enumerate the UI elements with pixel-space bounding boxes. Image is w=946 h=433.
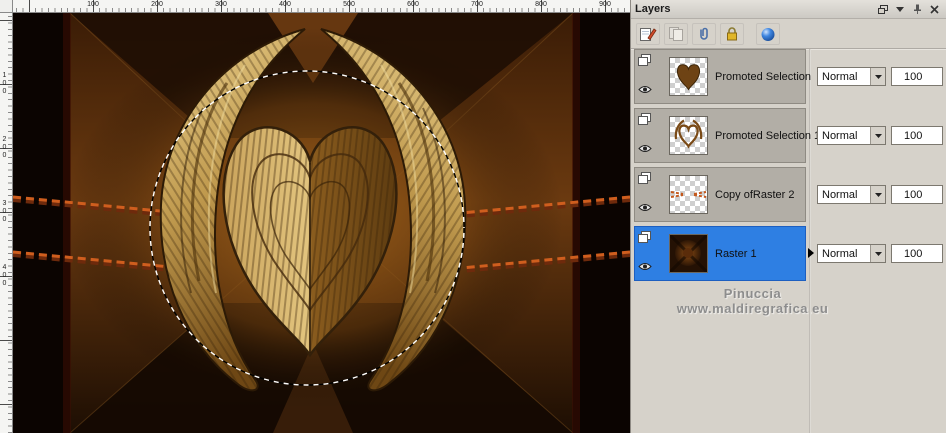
visibility-eye-icon[interactable] [638, 258, 652, 276]
layer-name: Promoted Selection 1 [715, 129, 821, 142]
layer-row[interactable]: Raster 1 Normal 100 [631, 226, 946, 281]
ruler-label: 200 [151, 1, 163, 8]
watermark: Pinuccia www.maldiregrafica.eu [631, 286, 946, 316]
visibility-eye-icon[interactable] [638, 199, 652, 217]
layer-row-controls: Normal 100 [809, 167, 946, 222]
blend-mode-value: Normal [822, 71, 858, 83]
ruler-label: 200 [1, 136, 8, 160]
layer-thumbnail[interactable] [669, 57, 708, 96]
lock-transparency-button[interactable] [720, 22, 744, 45]
canvas-area: 100 200 300 400 500 600 700 800 900 100 … [0, 0, 631, 433]
ruler-label: 400 [279, 1, 291, 8]
ruler-label: 100 [87, 1, 99, 8]
layers-palette: Layers Promoted Selection Normal 100 Pro… [630, 0, 946, 433]
layer-row-left[interactable]: Promoted Selection 1 [634, 108, 820, 163]
close-icon[interactable] [926, 2, 942, 16]
ruler-label: 700 [471, 1, 483, 8]
blend-mode-dropdown[interactable]: Normal [817, 126, 886, 145]
opacity-field[interactable]: 100 [891, 244, 943, 263]
layer-row-left[interactable]: Raster 1 [634, 226, 806, 281]
ruler-label: 500 [343, 1, 355, 8]
palette-title: Layers [635, 3, 671, 15]
link-layers-button[interactable] [692, 22, 716, 45]
chevron-down-icon[interactable] [870, 186, 885, 203]
layers-toolbar [631, 19, 946, 49]
layer-thumbnail[interactable] [669, 116, 708, 155]
new-layer-button[interactable] [636, 22, 660, 45]
layer-name: Copy ofRaster 2 [715, 188, 795, 201]
chevron-down-icon[interactable] [870, 68, 885, 85]
layer-thumbnail[interactable] [669, 175, 708, 214]
layer-row[interactable]: Promoted Selection Normal 100 [631, 49, 946, 104]
image-canvas[interactable] [12, 12, 631, 433]
layer-row-left[interactable]: Promoted Selection [634, 49, 811, 104]
layer-row-controls: Normal 100 [809, 49, 946, 104]
palette-header[interactable]: Layers [631, 0, 946, 19]
watermark-line2: www.maldiregrafica.eu [676, 301, 829, 316]
ruler-label: 300 [1, 200, 8, 224]
edit-selection-button[interactable] [756, 22, 780, 45]
visibility-eye-icon[interactable] [638, 140, 652, 158]
canvas-artwork [12, 12, 631, 433]
ruler-label: 800 [535, 1, 547, 8]
ruler-label: 100 [1, 72, 8, 96]
layer-row[interactable]: Copy ofRaster 2 Normal 100 [631, 167, 946, 222]
pane-splitter-arrow [808, 248, 814, 258]
layer-row-controls: Normal 100 [808, 226, 946, 281]
layer-row[interactable]: Promoted Selection 1 Normal 100 [631, 108, 946, 163]
raster-layer-icon [638, 53, 651, 71]
duplicate-layer-button[interactable] [664, 22, 688, 45]
opacity-field[interactable]: 100 [891, 126, 943, 145]
layer-name: Promoted Selection [715, 70, 811, 83]
restore-icon[interactable] [875, 2, 891, 16]
raster-layer-icon [638, 230, 651, 248]
blend-mode-value: Normal [822, 248, 858, 260]
vertical-ruler: 100 200 300 400 [0, 13, 13, 433]
horizontal-ruler: 100 200 300 400 500 600 700 800 900 [13, 0, 630, 13]
raster-layer-icon [638, 171, 651, 189]
ruler-corner [0, 0, 13, 13]
blend-mode-dropdown[interactable]: Normal [817, 67, 886, 86]
layer-list: Promoted Selection Normal 100 Promoted S… [631, 49, 946, 433]
layer-row-left[interactable]: Copy ofRaster 2 [634, 167, 806, 222]
blend-mode-value: Normal [822, 130, 858, 142]
ruler-label: 600 [407, 1, 419, 8]
opacity-field[interactable]: 100 [891, 67, 943, 86]
raster-layer-icon [638, 112, 651, 130]
blend-mode-dropdown[interactable]: Normal [817, 185, 886, 204]
blend-mode-value: Normal [822, 189, 858, 201]
ruler-label: 300 [215, 1, 227, 8]
ruler-label: 900 [599, 1, 611, 8]
blend-mode-dropdown[interactable]: Normal [817, 244, 886, 263]
ruler-label: 400 [1, 264, 8, 288]
menu-chevron-icon[interactable] [892, 2, 908, 16]
chevron-down-icon[interactable] [870, 245, 885, 262]
opacity-field[interactable]: 100 [891, 185, 943, 204]
chevron-down-icon[interactable] [870, 127, 885, 144]
layer-thumbnail[interactable] [669, 234, 708, 273]
layer-row-controls: Normal 100 [809, 108, 946, 163]
pin-icon[interactable] [909, 2, 925, 16]
watermark-line1: Pinuccia [723, 286, 782, 301]
visibility-eye-icon[interactable] [638, 81, 652, 99]
psp-window: 100 200 300 400 500 600 700 800 900 100 … [0, 0, 946, 433]
layer-name: Raster 1 [715, 247, 757, 260]
